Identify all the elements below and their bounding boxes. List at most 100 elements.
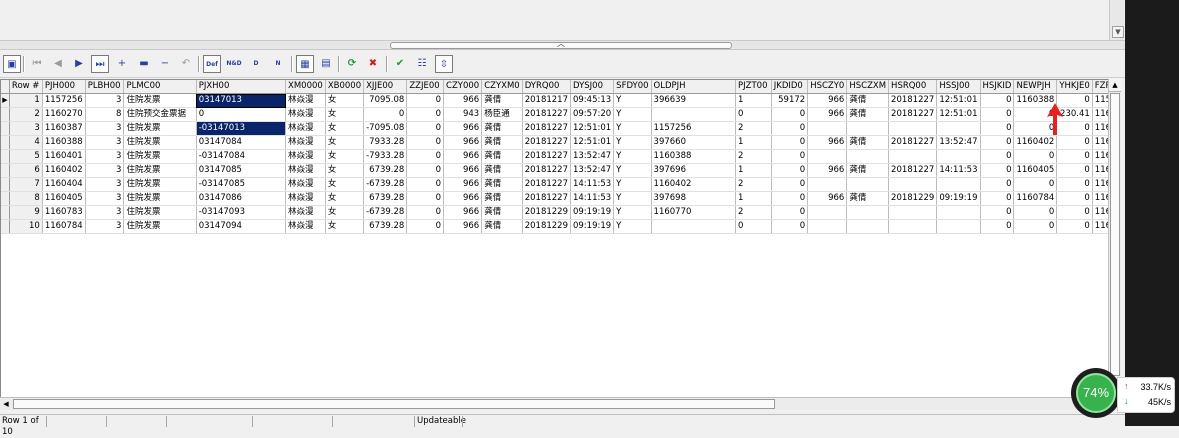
grid-vertical-scrollbar[interactable]: ▲ [1108,79,1121,410]
table-cell[interactable]: -7933.28 [363,149,408,164]
table-cell[interactable]: 1160770 [651,205,737,220]
column-header[interactable]: PJH000 [42,80,86,94]
table-cell[interactable]: 0 [771,191,809,206]
table-cell[interactable]: 龚倩 [481,219,523,234]
table-cell[interactable]: 林焱漫 [285,219,326,234]
filter-button[interactable]: ☷ [413,55,431,73]
table-cell[interactable]: 林焱漫 [285,107,326,122]
table-cell[interactable]: 20181227 [522,191,571,206]
table-cell[interactable]: -03147093 [196,205,287,220]
table-cell[interactable]: -7095.08 [363,121,408,136]
table-cell[interactable]: 13:52:47 [570,149,615,164]
column-header[interactable]: HSRQ00 [888,80,938,94]
table-cell[interactable]: 966 [807,93,848,108]
row-indicator[interactable] [1,135,10,150]
table-cell[interactable]: 14:11:53 [570,177,615,192]
table-cell[interactable]: -6739.28 [363,205,408,220]
table-cell[interactable]: 杨臣通 [481,107,523,122]
table-cell[interactable]: 0 [406,219,445,234]
table-cell[interactable]: 1160388 [651,149,737,164]
table-cell[interactable]: 13:52:47 [936,135,981,150]
table-cell[interactable]: 12:51:01 [570,121,615,136]
table-row[interactable]: ▶ 1 1157256 3 住院发票 03147013 林焱漫女 7095.08 0 966 龚倩 2… [1,93,1120,108]
row-number-cell[interactable]: 4 [9,135,43,150]
table-cell[interactable]: 20181229 [522,219,571,234]
table-cell[interactable]: 966 [443,191,483,206]
table-cell[interactable] [807,149,848,164]
table-cell[interactable]: 女 [325,163,365,178]
column-header[interactable]: XJJE00 [363,80,408,94]
row-indicator[interactable] [1,191,10,206]
row-number-cell[interactable]: 9 [9,205,43,220]
row-number-cell[interactable]: 7 [9,177,43,192]
table-cell[interactable] [651,107,737,122]
row-indicator[interactable] [1,163,10,178]
table-cell[interactable]: 0 [980,177,1015,192]
table-cell[interactable]: 966 [443,219,483,234]
table-cell[interactable]: 0 [771,107,809,122]
row-indicator[interactable]: ▶ [1,93,10,108]
column-header[interactable]: PLMC00 [123,80,197,94]
table-cell[interactable]: 7095.08 [363,93,408,108]
table-cell[interactable]: 0 [1013,149,1058,164]
data-grid[interactable]: Row # PJH000 PLBH00 PLMC00 PJXH00 XM0000… [0,79,1121,410]
table-cell[interactable]: 住院发票 [123,149,197,164]
table-cell[interactable]: 龚倩 [846,93,890,108]
table-row[interactable]: 6 1160402 3 住院发票 03147085 林焱漫女 6739.28 0 966 龚倩 20… [1,163,1120,178]
table-cell[interactable]: 龚倩 [481,149,523,164]
table-cell[interactable]: 住院预交金票据 [123,107,197,122]
table-cell[interactable]: 0 [1056,205,1093,220]
table-cell[interactable]: 龚倩 [846,191,890,206]
table-cell[interactable]: 1160402 [42,163,86,178]
table-cell[interactable]: 966 [807,135,848,150]
table-cell[interactable]: 966 [443,205,483,220]
table-cell[interactable]: 女 [325,93,365,108]
column-header[interactable]: OLDPJH [651,80,737,94]
scroll-up-arrow-icon[interactable]: ▲ [1109,79,1121,92]
table-cell[interactable]: 林焱漫 [285,121,326,136]
table-cell[interactable]: 14:11:53 [936,163,981,178]
table-cell[interactable]: 0 [196,107,287,122]
refresh-button[interactable]: ⟳ [343,55,361,73]
table-cell[interactable] [888,121,938,136]
table-row[interactable]: 2 1160270 8 住院预交金票据 0 林焱漫女 0 0 943 杨臣通 20181227 09:… [1,107,1120,122]
table-cell[interactable]: 0 [406,205,445,220]
column-header[interactable]: SFDY00 [613,80,652,94]
table-cell[interactable]: 3 [85,219,125,234]
table-cell[interactable]: 966 [443,163,483,178]
table-cell[interactable]: 女 [325,191,365,206]
table-cell[interactable]: 0 [771,135,809,150]
save-button[interactable]: ▣ [3,55,21,73]
table-cell[interactable]: 09:19:19 [936,191,981,206]
horizontal-scroll-thumb[interactable] [13,399,775,409]
table-cell[interactable] [936,121,981,136]
column-header[interactable]: PJXH00 [196,80,287,94]
table-cell[interactable] [846,177,890,192]
check-button[interactable]: ✔ [391,55,409,73]
table-cell[interactable] [651,219,737,234]
delete-record-button[interactable]: − [156,55,174,73]
table-cell[interactable]: 14:11:53 [570,191,615,206]
table-cell[interactable]: 住院发票 [123,93,197,108]
d-button[interactable]: D [247,55,265,73]
table-cell[interactable]: 20181227 [888,93,938,108]
table-cell[interactable]: 龚倩 [481,177,523,192]
row-indicator[interactable] [1,149,10,164]
table-cell[interactable]: 20181227 [522,149,571,164]
grid-view-button[interactable]: ▦ [296,55,314,73]
table-cell[interactable]: 3 [85,121,125,136]
table-cell[interactable]: 2 [735,121,772,136]
row-number-cell[interactable]: 8 [9,191,43,206]
table-cell[interactable]: -03147013 [196,121,287,136]
table-cell[interactable]: 女 [325,149,365,164]
table-cell[interactable]: 林焱漫 [285,149,326,164]
table-cell[interactable]: 0 [1056,177,1093,192]
prev-record-button[interactable]: ◀ [49,55,67,73]
column-header[interactable]: NEWPJH [1013,80,1058,94]
table-cell[interactable]: 0 [735,219,772,234]
table-cell[interactable]: 966 [443,93,483,108]
upper-panel-scrollbar[interactable]: ▼ [1109,0,1124,40]
table-cell[interactable]: 3 [85,149,125,164]
table-cell[interactable]: 397698 [651,191,737,206]
table-cell[interactable]: 6739.28 [363,219,408,234]
